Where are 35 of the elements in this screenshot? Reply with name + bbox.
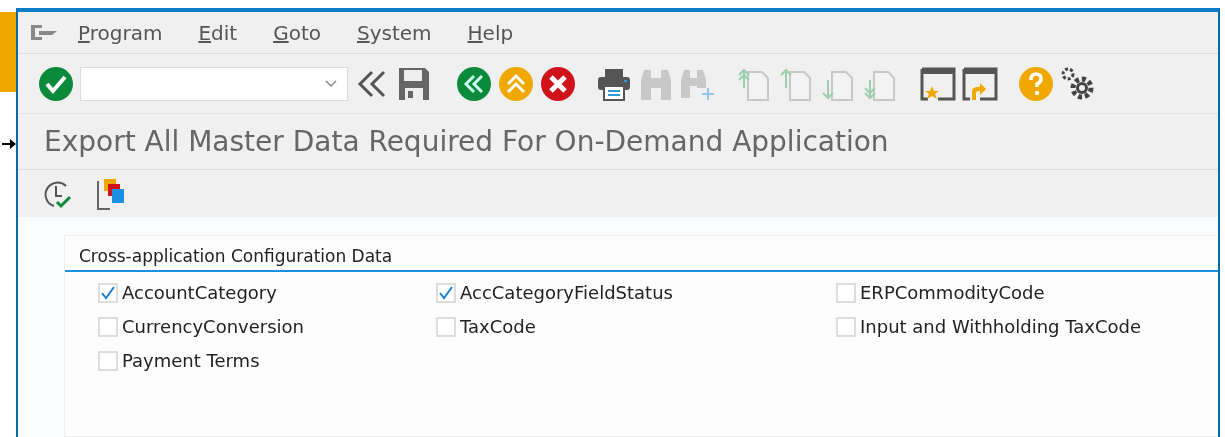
checkbox[interactable] bbox=[98, 282, 118, 303]
checkbox-label: CurrencyConversion bbox=[122, 316, 304, 337]
checkmark-icon[interactable] bbox=[38, 65, 74, 102]
checkbox[interactable] bbox=[836, 282, 856, 303]
menu-item[interactable]: Help bbox=[467, 20, 514, 45]
checkbox-label: TaxCode bbox=[460, 316, 536, 337]
checkbox[interactable] bbox=[98, 316, 118, 337]
checkbox-label: Payment Terms bbox=[122, 350, 260, 371]
group-title: Cross-application Configuration Data bbox=[79, 246, 393, 266]
checkbox-label: Input and Withholding TaxCode bbox=[860, 316, 1141, 337]
checkbox-label: AccountCategory bbox=[122, 282, 277, 303]
cancel-icon[interactable] bbox=[540, 65, 576, 102]
window-arrow-icon[interactable] bbox=[962, 65, 998, 102]
menu-item[interactable]: Program bbox=[78, 20, 163, 45]
exit-icon[interactable] bbox=[498, 65, 534, 102]
save-icon[interactable] bbox=[396, 65, 432, 102]
checkbox[interactable] bbox=[98, 350, 118, 371]
window-star-icon[interactable] bbox=[920, 65, 956, 102]
arrow-icon bbox=[2, 139, 16, 149]
checkbox[interactable] bbox=[436, 316, 456, 337]
screen-title: Export All Master Data Required For On-Demand Application bbox=[44, 125, 889, 159]
menu-icon[interactable] bbox=[30, 23, 58, 42]
back-icon[interactable] bbox=[456, 65, 492, 102]
menu-item[interactable]: Goto bbox=[273, 20, 321, 45]
caret-icon bbox=[325, 79, 337, 88]
checkbox[interactable] bbox=[836, 316, 856, 337]
layers-icon[interactable] bbox=[94, 176, 126, 211]
checkbox[interactable] bbox=[436, 282, 456, 303]
checkbox-label: ERPCommodityCode bbox=[860, 282, 1045, 303]
menu-item[interactable]: Edit bbox=[198, 20, 238, 45]
checkbox-label: AccCategoryFieldStatus bbox=[460, 282, 673, 303]
help-icon[interactable] bbox=[1018, 65, 1054, 102]
menu-item[interactable]: System bbox=[356, 20, 432, 45]
command-field[interactable] bbox=[80, 66, 348, 101]
settings-icon[interactable] bbox=[1060, 65, 1096, 102]
